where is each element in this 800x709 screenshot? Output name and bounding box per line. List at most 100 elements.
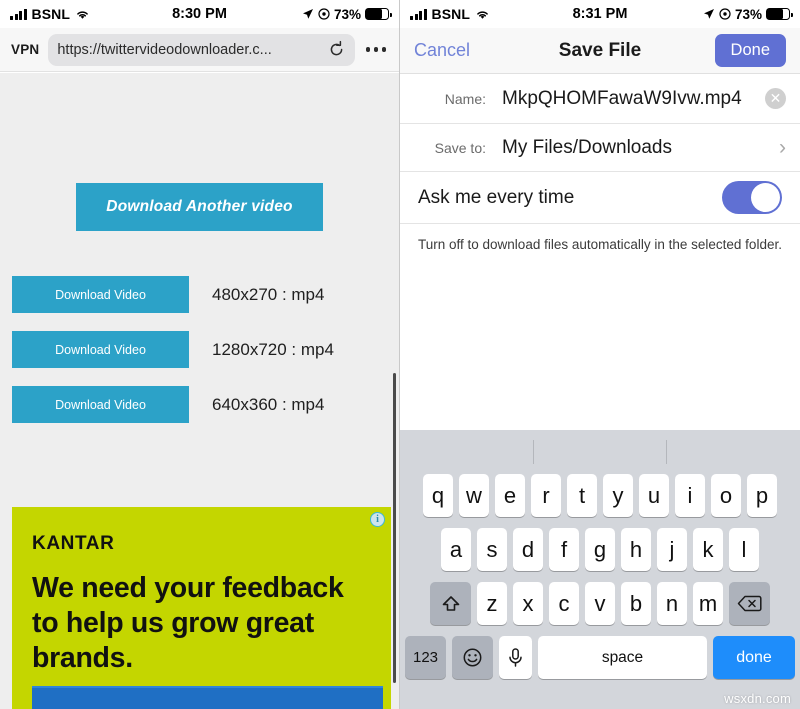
location-arrow-icon (302, 8, 314, 20)
web-page-content: Download Another video Download Video 48… (0, 73, 399, 709)
download-video-button-640[interactable]: Download Video (12, 386, 189, 423)
save-to-label: Save to: (434, 139, 486, 156)
carrier-label: BSNL (31, 6, 71, 22)
keyboard-done-key[interactable]: done (713, 636, 795, 679)
key-l[interactable]: l (729, 528, 759, 571)
key-y[interactable]: y (603, 474, 633, 517)
resolution-label-640: 640x360 : mp4 (212, 394, 325, 414)
battery-percent-label: 73% (333, 6, 361, 22)
save-file-navbar: Cancel Save File Done (400, 28, 800, 74)
ask-every-time-row[interactable]: Ask me every time (400, 172, 800, 224)
download-options-list: Download Video 480x270 : mp4 Download Vi… (0, 276, 399, 423)
advertisement-banner[interactable]: i × KANTAR We need your feedback to help… (12, 507, 391, 709)
key-k[interactable]: k (693, 528, 723, 571)
battery-icon (766, 8, 793, 20)
status-left-group: BSNL (410, 6, 490, 22)
key-f[interactable]: f (549, 528, 579, 571)
ask-every-time-label: Ask me every time (418, 186, 575, 208)
status-right-group: 73% (703, 6, 793, 22)
download-video-button-480[interactable]: Download Video (12, 276, 189, 313)
reload-icon[interactable] (327, 40, 346, 59)
address-bar[interactable]: https://twittervideodownloader.c... (48, 33, 355, 66)
keyboard-row-1: q w e r t y u i o p (400, 474, 800, 517)
key-a[interactable]: a (441, 528, 471, 571)
microphone-key-icon[interactable] (499, 636, 532, 679)
download-row: Download Video 1280x720 : mp4 (12, 331, 399, 368)
name-field-value[interactable]: MkpQHOMFawaW9Ivw.mp4 (502, 88, 765, 110)
clear-text-icon[interactable]: ✕ (765, 88, 786, 109)
alarm-icon (719, 8, 731, 20)
key-e[interactable]: e (495, 474, 525, 517)
right-phone-screen: BSNL 8:31 PM 73% Cancel Save File Done N… (400, 0, 800, 709)
url-text: https://twittervideodownloader.c... (57, 41, 272, 58)
chevron-right-icon[interactable]: › (779, 136, 786, 160)
key-v[interactable]: v (585, 582, 615, 625)
onscreen-keyboard: q w e r t y u i o p a s d f g h j k l z (400, 430, 800, 709)
vpn-indicator: VPN (11, 42, 40, 57)
key-r[interactable]: r (531, 474, 561, 517)
save-to-value: My Files/Downloads (502, 136, 672, 158)
download-another-video-button[interactable]: Download Another video (76, 183, 323, 231)
key-p[interactable]: p (747, 474, 777, 517)
toggle-knob (751, 183, 780, 212)
resolution-label-1280: 1280x720 : mp4 (212, 339, 334, 359)
keyboard-row-2: a s d f g h j k l (400, 528, 800, 571)
done-button[interactable]: Done (714, 34, 786, 67)
space-key[interactable]: space (538, 636, 707, 679)
emoji-key-icon[interactable] (452, 636, 493, 679)
carrier-label: BSNL (431, 6, 471, 22)
ad-cta-bar[interactable] (32, 686, 383, 709)
cancel-button[interactable]: Cancel (414, 40, 470, 61)
resolution-label-480: 480x270 : mp4 (212, 284, 325, 304)
alarm-icon (318, 8, 330, 20)
left-status-bar: BSNL 8:30 PM 73% (0, 0, 399, 28)
backspace-key-icon[interactable] (729, 582, 770, 625)
page-scrollbar[interactable] (393, 373, 396, 683)
download-row: Download Video 640x360 : mp4 (12, 386, 399, 423)
shift-key-icon[interactable] (430, 582, 471, 625)
ad-brand-label: KANTAR (32, 533, 115, 554)
key-t[interactable]: t (567, 474, 597, 517)
battery-icon (365, 8, 392, 20)
key-g[interactable]: g (585, 528, 615, 571)
more-options-icon[interactable] (364, 47, 389, 52)
key-m[interactable]: m (693, 582, 723, 625)
signal-bars-icon (410, 8, 427, 20)
wifi-icon (475, 9, 490, 20)
key-w[interactable]: w (459, 474, 489, 517)
site-watermark: wsxdn.com (724, 691, 791, 706)
wifi-icon (75, 9, 90, 20)
key-o[interactable]: o (711, 474, 741, 517)
key-h[interactable]: h (621, 528, 651, 571)
download-video-button-1280[interactable]: Download Video (12, 331, 189, 368)
primary-cta-container: Download Another video (0, 73, 399, 231)
key-z[interactable]: z (477, 582, 507, 625)
ad-headline: We need your feedback to help us grow gr… (32, 572, 344, 675)
key-u[interactable]: u (639, 474, 669, 517)
predictive-text-bar[interactable] (400, 430, 800, 474)
numbers-key[interactable]: 123 (405, 636, 446, 679)
name-field-label: Name: (444, 90, 486, 107)
keyboard-row-3: z x c v b n m (400, 582, 800, 625)
right-status-bar: BSNL 8:31 PM 73% (400, 0, 800, 28)
keyboard-row-4: 123 space done (400, 636, 800, 679)
save-to-row[interactable]: Save to: My Files/Downloads › (400, 124, 800, 172)
key-s[interactable]: s (477, 528, 507, 571)
key-x[interactable]: x (513, 582, 543, 625)
key-c[interactable]: c (549, 582, 579, 625)
key-q[interactable]: q (423, 474, 453, 517)
key-b[interactable]: b (621, 582, 651, 625)
ad-info-icon[interactable]: i (370, 512, 385, 527)
ask-every-time-toggle[interactable] (722, 181, 782, 214)
toggle-hint-text: Turn off to download files automatically… (400, 224, 800, 255)
key-i[interactable]: i (675, 474, 705, 517)
file-name-row[interactable]: Name: MkpQHOMFawaW9Ivw.mp4 ✕ (400, 74, 800, 124)
status-left-group: BSNL (10, 6, 90, 22)
key-d[interactable]: d (513, 528, 543, 571)
left-phone-screen: BSNL 8:30 PM 73% VPN https://twittervide… (0, 0, 400, 709)
key-j[interactable]: j (657, 528, 687, 571)
status-right-group: 73% (302, 6, 392, 22)
download-row: Download Video 480x270 : mp4 (12, 276, 399, 313)
key-n[interactable]: n (657, 582, 687, 625)
battery-percent-label: 73% (734, 6, 762, 22)
